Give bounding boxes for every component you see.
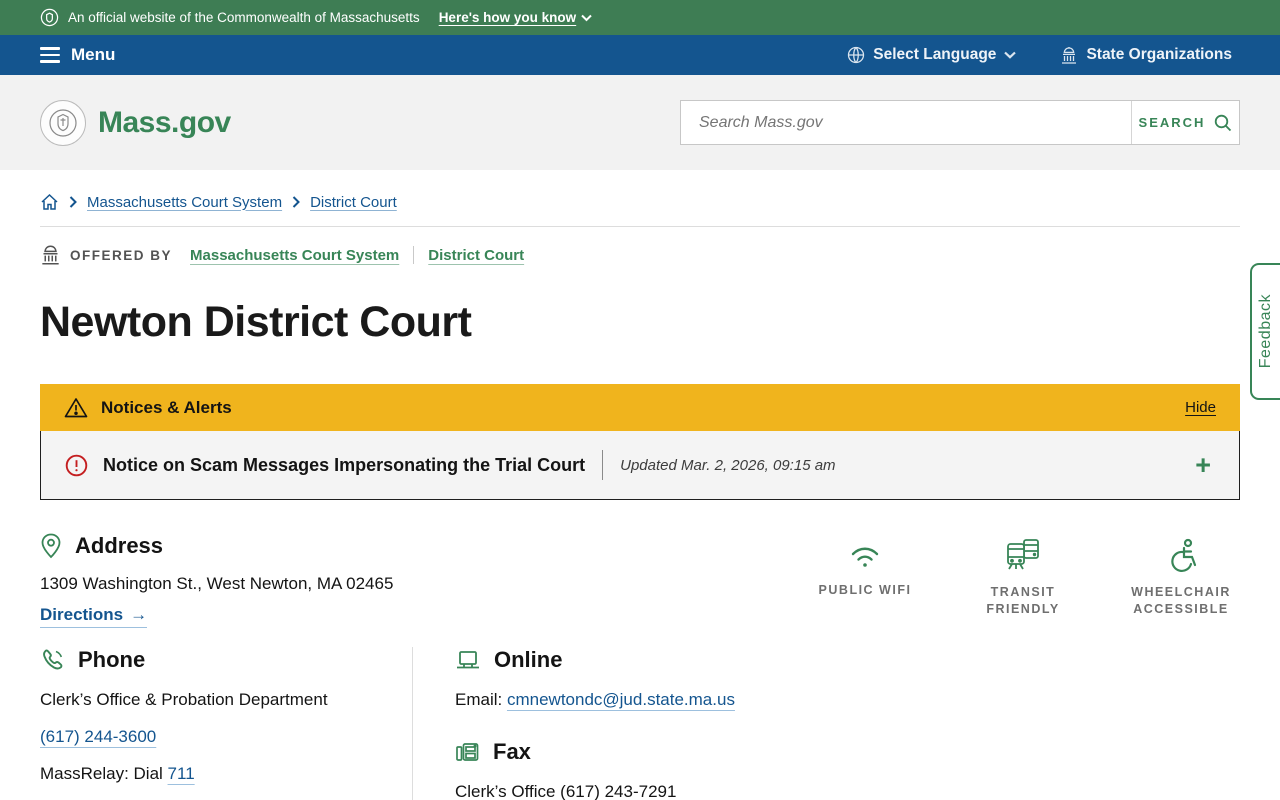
address-heading: Address	[75, 533, 164, 558]
divider	[413, 246, 415, 264]
massrelay-711-link[interactable]: 711	[168, 764, 195, 783]
amenity-wheelchair-accessible: WHEELCHAIR ACCESSIBLE	[1122, 538, 1240, 618]
feedback-button[interactable]: Feedback	[1250, 263, 1280, 400]
directions-link[interactable]: Directions →	[40, 605, 148, 628]
amenity-label: PUBLIC WIFI	[818, 583, 912, 597]
menu-label: Menu	[71, 45, 116, 64]
phone-heading: Phone	[78, 647, 146, 672]
email-link[interactable]: cmnewtondc@jud.state.ma.us	[507, 690, 735, 709]
email-line: Email: cmnewtondc@jud.state.ma.us	[455, 690, 735, 709]
breadcrumb-district-court[interactable]: District Court	[310, 194, 397, 211]
address-section: Address 1309 Washington St., West Newton…	[40, 533, 393, 628]
phone-icon	[43, 649, 63, 669]
wifi-icon	[851, 547, 879, 567]
site-header: Mass.gov SEARCH	[0, 75, 1280, 170]
divider	[602, 450, 604, 480]
breadcrumb: Massachusetts Court System District Cour…	[40, 193, 1240, 211]
laptop-icon	[457, 650, 479, 668]
state-organizations-link[interactable]: State Organizations	[1060, 46, 1232, 64]
massgov-logo[interactable]: Mass.gov	[40, 99, 231, 146]
massrelay-line: MassRelay: Dial 711	[40, 764, 195, 783]
fax-heading: Fax	[493, 739, 531, 764]
fax-section: Fax Clerk’s Office (617) 243-7291	[455, 739, 735, 800]
amenities: PUBLIC WIFI TRANSIT FRIENDLY WHEELCHAIR …	[806, 538, 1240, 618]
offered-by-district-court[interactable]: District Court	[428, 247, 524, 264]
address-line: 1309 Washington St., West Newton, MA 024…	[40, 574, 394, 593]
offered-by-label: OFFERED BY	[70, 247, 173, 263]
hide-alerts-link[interactable]: Hide	[1185, 399, 1216, 416]
alert-notice-row[interactable]: Notice on Scam Messages Impersonating th…	[40, 431, 1240, 500]
transit-icon	[1007, 539, 1039, 570]
offered-by-court-system[interactable]: Massachusetts Court System	[190, 247, 399, 264]
feedback-label: Feedback	[1257, 294, 1274, 369]
statehouse-icon	[42, 245, 59, 265]
chevron-right-icon	[292, 196, 300, 208]
arrow-right-icon: →	[130, 605, 148, 624]
globe-icon	[848, 46, 865, 64]
offered-by-row: OFFERED BY Massachusetts Court System Di…	[40, 245, 1240, 265]
fax-icon	[456, 743, 479, 761]
phone-section: Phone Clerk’s Office & Probation Departm…	[40, 647, 413, 800]
notice-updated-timestamp: Updated Mar. 2, 2026, 09:15 am	[620, 456, 836, 474]
fax-line: Clerk’s Office (617) 243-7291	[455, 782, 677, 800]
state-seal-icon	[40, 8, 59, 27]
notice-title[interactable]: Notice on Scam Messages Impersonating th…	[103, 455, 585, 476]
page-title: Newton District Court	[40, 298, 472, 346]
search-input[interactable]	[681, 101, 1131, 144]
map-pin-icon	[41, 533, 61, 559]
phone-office-label: Clerk’s Office & Probation Department	[40, 690, 328, 709]
banner-text: An official website of the Commonwealth …	[68, 10, 420, 25]
top-navigation: Menu Select Language State Organizations	[0, 35, 1280, 75]
amenity-label: WHEELCHAIR ACCESSIBLE	[1131, 585, 1231, 616]
search-icon	[1215, 114, 1232, 131]
hamburger-icon	[40, 47, 60, 63]
menu-button[interactable]: Menu	[40, 45, 115, 65]
statehouse-icon	[1062, 46, 1077, 64]
official-banner: An official website of the Commonwealth …	[0, 0, 1280, 35]
alerts-title: Notices & Alerts	[101, 397, 232, 417]
alert-circle-icon	[65, 454, 88, 476]
notices-alerts-panel: Notices & Alerts Hide Notice on Scam Mes…	[40, 384, 1240, 500]
divider	[40, 226, 1240, 227]
select-language-button[interactable]: Select Language	[847, 46, 1017, 64]
heres-how-you-know-link[interactable]: Here's how you know	[439, 10, 593, 25]
alerts-header: Notices & Alerts Hide	[40, 384, 1240, 431]
amenity-transit-friendly: TRANSIT FRIENDLY	[964, 538, 1082, 618]
expand-notice-button[interactable]: +	[1195, 451, 1215, 479]
wheelchair-icon	[1171, 538, 1197, 573]
search-button[interactable]: SEARCH	[1131, 101, 1239, 144]
massgov-seal-icon	[40, 99, 86, 146]
phone-number-link[interactable]: (617) 244-3600	[40, 727, 156, 746]
chevron-right-icon	[69, 196, 77, 208]
online-heading: Online	[494, 647, 563, 672]
massgov-wordmark: Mass.gov	[98, 105, 231, 139]
amenity-label: TRANSIT FRIENDLY	[986, 585, 1060, 616]
warning-triangle-icon	[64, 398, 88, 418]
home-icon[interactable]	[40, 193, 59, 211]
chevron-down-icon	[581, 14, 592, 21]
site-search: SEARCH	[680, 100, 1240, 145]
breadcrumb-court-system[interactable]: Massachusetts Court System	[87, 194, 282, 211]
amenity-public-wifi: PUBLIC WIFI	[806, 538, 924, 618]
chevron-down-icon	[1004, 51, 1017, 59]
online-section: Online Email: cmnewtondc@jud.state.ma.us	[455, 647, 735, 710]
